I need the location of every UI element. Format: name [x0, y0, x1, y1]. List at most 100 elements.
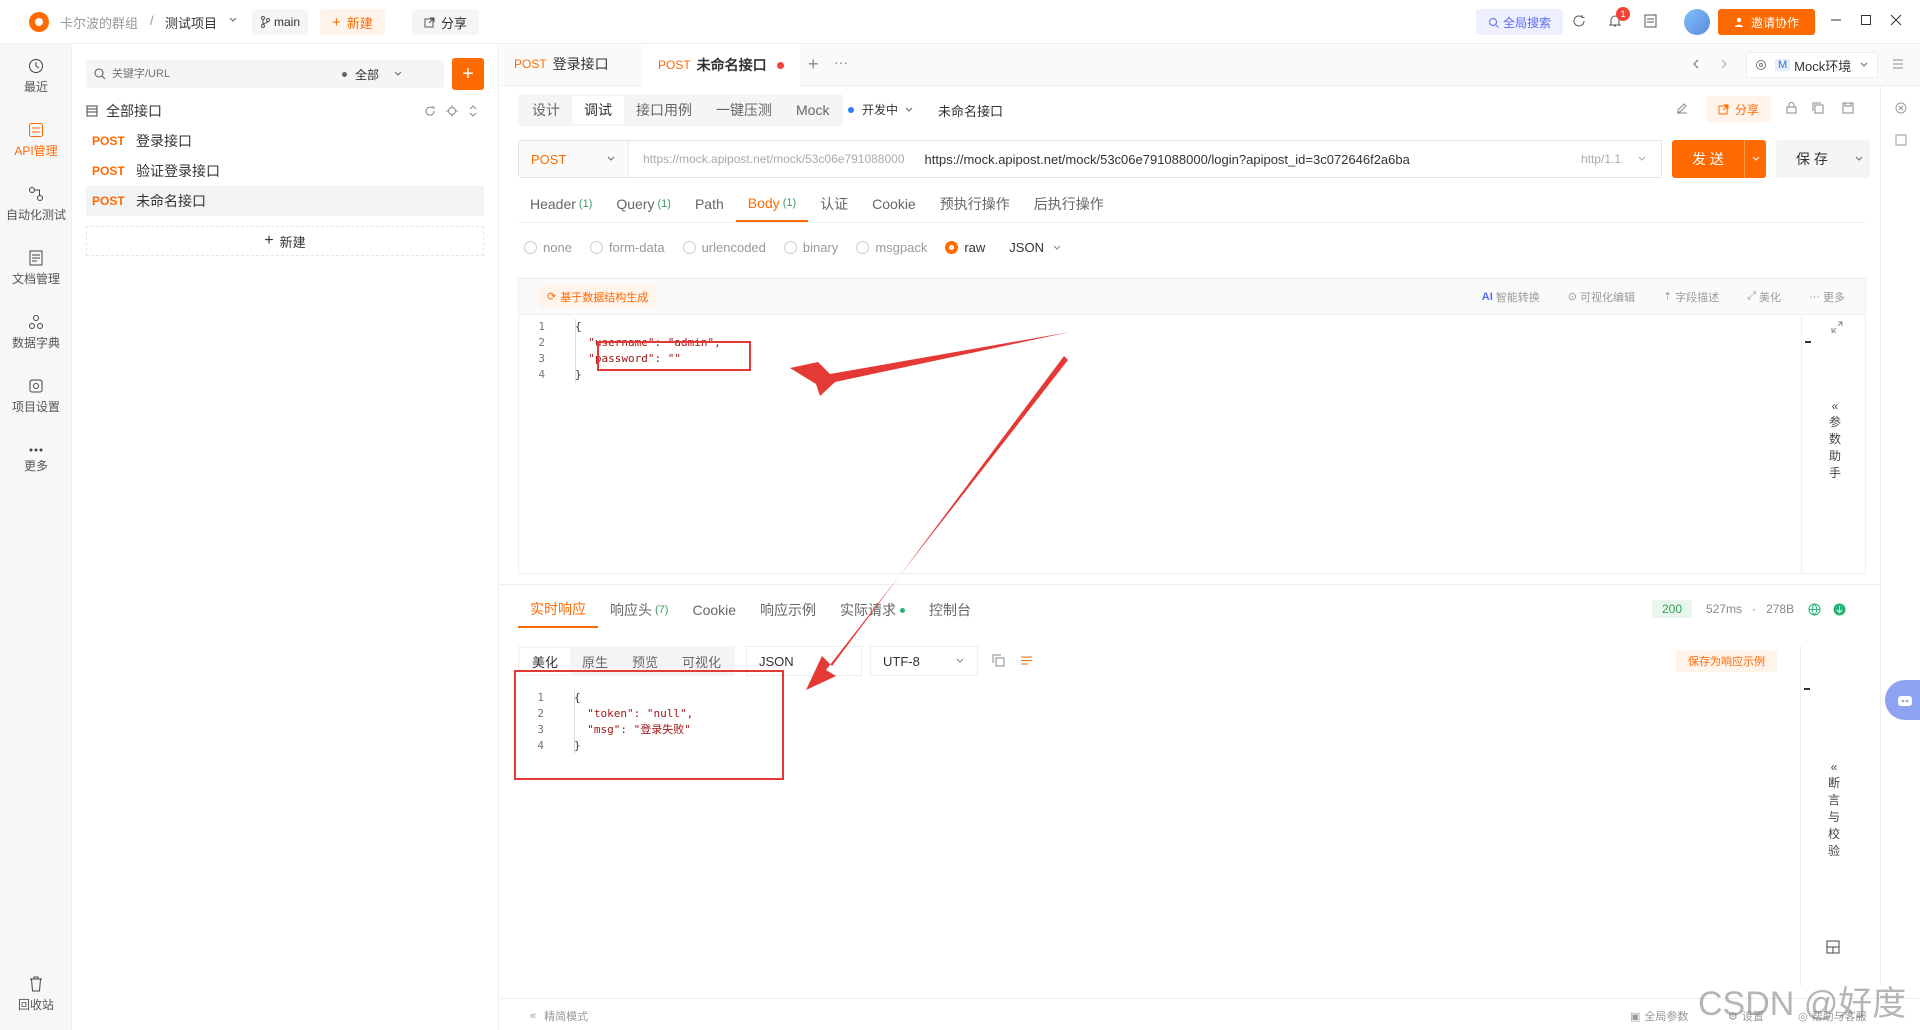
radio-urlencoded[interactable]: urlencoded: [682, 240, 766, 255]
document-icon[interactable]: [1644, 14, 1657, 28]
nav-item-docs[interactable]: 文档管理: [0, 236, 72, 300]
nav-item-api[interactable]: API管理: [0, 108, 72, 172]
locate-icon[interactable]: [446, 105, 458, 117]
generate-button[interactable]: ⟳ 基于数据结构生成: [539, 285, 657, 308]
mode-testcase[interactable]: 接口用例: [624, 96, 704, 124]
tab-cookie[interactable]: Cookie: [860, 186, 928, 222]
sync-icon[interactable]: [1572, 14, 1586, 28]
method-select[interactable]: POST: [519, 141, 629, 177]
field-desc-button[interactable]: ⇡ 字段描述: [1663, 289, 1719, 305]
simple-mode-toggle[interactable]: « 精简模式: [530, 1008, 588, 1024]
close-icon[interactable]: [1890, 14, 1902, 26]
folder-icon: [86, 105, 98, 117]
protocol-select[interactable]: http/1.1: [1581, 152, 1621, 166]
expand-icon[interactable]: [1831, 321, 1843, 333]
minimize-icon[interactable]: [1830, 14, 1842, 26]
chevron-down-icon[interactable]: [1848, 154, 1870, 164]
lock-icon[interactable]: [1786, 102, 1797, 114]
radio-raw[interactable]: raw: [945, 240, 985, 255]
branch-selector[interactable]: main: [252, 9, 309, 35]
edit-icon[interactable]: [1676, 102, 1688, 114]
copy-icon[interactable]: [1812, 102, 1824, 114]
download-icon[interactable]: [1833, 603, 1846, 616]
avatar[interactable]: [1684, 9, 1710, 35]
search-input[interactable]: [112, 68, 342, 80]
new-button[interactable]: + 新建: [320, 9, 385, 35]
chevron-down-icon[interactable]: [1744, 140, 1766, 178]
tab-header[interactable]: Header (1): [518, 186, 604, 222]
maximize-icon[interactable]: [1860, 14, 1872, 26]
visual-edit-button[interactable]: ⊙ 可视化编辑: [1568, 289, 1635, 305]
tree-item[interactable]: POST 登录接口: [72, 126, 498, 156]
mode-stress[interactable]: 一键压测: [704, 96, 784, 124]
assert-helper-toggle[interactable]: « 断 言 与 校 验: [1814, 760, 1854, 859]
save-icon[interactable]: [1842, 102, 1854, 114]
tab-pre-script[interactable]: 预执行操作: [928, 186, 1022, 222]
tree-item-selected[interactable]: POST 未命名接口: [86, 186, 484, 216]
tree-root[interactable]: 全部接口: [86, 96, 484, 126]
env-selector[interactable]: M Mock环境: [1746, 52, 1879, 78]
mode-design[interactable]: 设计: [520, 96, 572, 124]
tree-item[interactable]: POST 验证登录接口: [72, 156, 498, 186]
tab-response-cookie[interactable]: Cookie: [680, 592, 748, 628]
invite-button[interactable]: 邀请协作: [1718, 9, 1816, 35]
menu-icon[interactable]: [1892, 59, 1904, 69]
chevron-down-icon[interactable]: [228, 15, 238, 25]
globe-icon[interactable]: [1808, 603, 1821, 616]
close-circle-icon[interactable]: [1895, 102, 1907, 114]
mode-mock[interactable]: Mock: [784, 96, 841, 124]
nav-item-dictionary[interactable]: 数据字典: [0, 300, 72, 364]
global-params-button[interactable]: ▣ 全局参数: [1630, 1008, 1688, 1024]
nav-item-more[interactable]: 更多: [0, 428, 72, 492]
filter-label[interactable]: 全部: [355, 66, 379, 83]
tab-query[interactable]: Query (1): [604, 186, 683, 222]
tab-body[interactable]: Body (1): [735, 186, 809, 222]
radio-msgpack[interactable]: msgpack: [856, 240, 927, 255]
tab-live-response[interactable]: 实时响应: [518, 592, 598, 628]
chevron-down-icon[interactable]: [393, 69, 403, 79]
save-button[interactable]: 保 存: [1776, 140, 1870, 178]
group-name[interactable]: 卡尔波的群组: [60, 13, 138, 32]
global-search-button[interactable]: 全局搜索: [1476, 9, 1564, 35]
add-tab-icon[interactable]: +: [808, 54, 819, 75]
tab-login[interactable]: POST 登录接口: [514, 54, 609, 74]
project-name[interactable]: 测试项目: [165, 13, 217, 32]
nav-item-trash[interactable]: 回收站: [0, 962, 72, 1026]
request-tabs: Header (1) Query (1) Path Body (1) 认证 Cooki…: [518, 186, 1116, 222]
more-button[interactable]: ··· 更多: [1809, 289, 1845, 305]
status-selector[interactable]: 开发中: [848, 101, 914, 118]
share-button[interactable]: 分享: [412, 9, 480, 35]
chevron-left-icon[interactable]: [1692, 59, 1700, 69]
tab-path[interactable]: Path: [683, 186, 736, 222]
radio-binary[interactable]: binary: [783, 240, 838, 255]
layout-icon[interactable]: [1826, 940, 1840, 954]
beautify-button[interactable]: ⤢ 美化: [1747, 289, 1781, 305]
nav-item-settings[interactable]: 项目设置: [0, 364, 72, 428]
tab-post-script[interactable]: 后执行操作: [1022, 186, 1116, 222]
refresh-icon[interactable]: [424, 105, 436, 117]
chevron-right-icon[interactable]: [1720, 59, 1728, 69]
new-api-button[interactable]: + 新建: [86, 226, 484, 256]
send-button[interactable]: 发 送: [1672, 140, 1766, 178]
tab-more-icon[interactable]: ···: [834, 54, 848, 70]
tab-unnamed-active[interactable]: POST 未命名接口: [642, 44, 800, 86]
radio-form-data[interactable]: form-data: [589, 240, 665, 255]
mode-debug[interactable]: 调试: [572, 96, 624, 124]
api-name-field[interactable]: 未命名接口: [938, 101, 1003, 120]
nav-item-recent[interactable]: 最近: [0, 44, 72, 108]
floating-assistant-button[interactable]: [1885, 680, 1920, 720]
body-format-select[interactable]: JSON: [1009, 240, 1062, 255]
tab-response-headers[interactable]: 响应头 (7): [598, 592, 680, 628]
param-helper-toggle[interactable]: « 参 数 助 手: [1815, 399, 1855, 481]
code-icon[interactable]: [1895, 134, 1907, 146]
tab-auth[interactable]: 认证: [808, 186, 860, 222]
add-button[interactable]: +: [452, 58, 484, 90]
save-as-example-button[interactable]: 保存为响应示例: [1676, 650, 1777, 672]
radio-none[interactable]: none: [524, 240, 572, 255]
url-input[interactable]: https://mock.apipost.net/mock/53c06e7910…: [925, 152, 1410, 167]
expand-collapse-icon[interactable]: [468, 105, 478, 117]
ai-convert-button[interactable]: AI 智能转换: [1482, 289, 1540, 305]
api-share-button[interactable]: 分享: [1706, 96, 1772, 122]
chevron-down-icon[interactable]: [1637, 154, 1647, 164]
nav-item-automation[interactable]: 自动化测试: [0, 172, 72, 236]
